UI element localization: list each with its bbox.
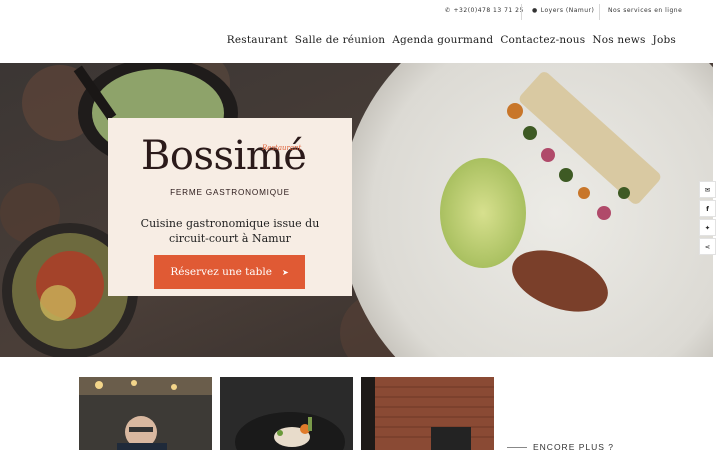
- phone-number: +32(0)478 13 71 25: [453, 7, 524, 14]
- social-sidebar: ✉ f ✦ ⋖: [699, 181, 716, 255]
- location-text: Loyers (Namur): [540, 7, 595, 14]
- brand-subtitle: FERME GASTRONOMIQUE: [170, 188, 290, 197]
- divider: [521, 4, 522, 20]
- envelope-icon[interactable]: ✉: [699, 181, 716, 198]
- room-image: [361, 377, 494, 450]
- gallery-thumb-chef[interactable]: [79, 377, 212, 450]
- nav-item-jobs[interactable]: Jobs: [653, 34, 676, 46]
- brand-card: Bossimé Restaurant FERME GASTRONOMIQUE C…: [108, 118, 352, 296]
- hero-tagline: Cuisine gastronomique issue du circuit-c…: [140, 217, 320, 245]
- gallery-thumb-room[interactable]: [361, 377, 494, 450]
- encore-plus-link[interactable]: ENCORE PLUS ?: [507, 442, 614, 450]
- phone-link[interactable]: ✆ +32(0)478 13 71 25: [445, 7, 524, 14]
- nav-item-salle-de-reunion[interactable]: Salle de réunion: [295, 34, 385, 46]
- nav-item-news[interactable]: Nos news: [592, 34, 645, 46]
- top-utility-bar: ✆ +32(0)478 13 71 25 ● Loyers (Namur) No…: [0, 0, 720, 24]
- map-marker-icon: ●: [532, 7, 538, 14]
- twitter-icon[interactable]: ✦: [699, 219, 716, 236]
- nav-item-agenda-gourmand[interactable]: Agenda gourmand: [392, 34, 493, 46]
- main-navigation: Restaurant Salle de réunion Agenda gourm…: [227, 34, 676, 46]
- facebook-icon[interactable]: f: [699, 200, 716, 217]
- chef-image: [79, 377, 212, 450]
- gallery-thumb-dish[interactable]: [220, 377, 353, 450]
- hero-food-image: [0, 63, 713, 357]
- phone-icon: ✆: [445, 7, 451, 14]
- divider: [599, 4, 600, 20]
- reserve-table-button[interactable]: Réservez une table ➤: [154, 255, 305, 289]
- share-icon[interactable]: ⋖: [699, 238, 716, 255]
- nav-item-restaurant[interactable]: Restaurant: [227, 34, 288, 46]
- dish-image: [220, 377, 353, 450]
- brand-logo: Bossimé: [141, 133, 307, 179]
- online-services-link[interactable]: Nos services en ligne: [608, 7, 682, 14]
- hero-section: Bossimé Restaurant FERME GASTRONOMIQUE C…: [0, 63, 713, 357]
- restaurant-label: Restaurant: [262, 144, 302, 152]
- decorative-line: [507, 446, 527, 448]
- nav-item-contact[interactable]: Contactez-nous: [500, 34, 585, 46]
- arrow-right-icon: ➤: [281, 267, 289, 277]
- location-link[interactable]: ● Loyers (Namur): [532, 7, 594, 14]
